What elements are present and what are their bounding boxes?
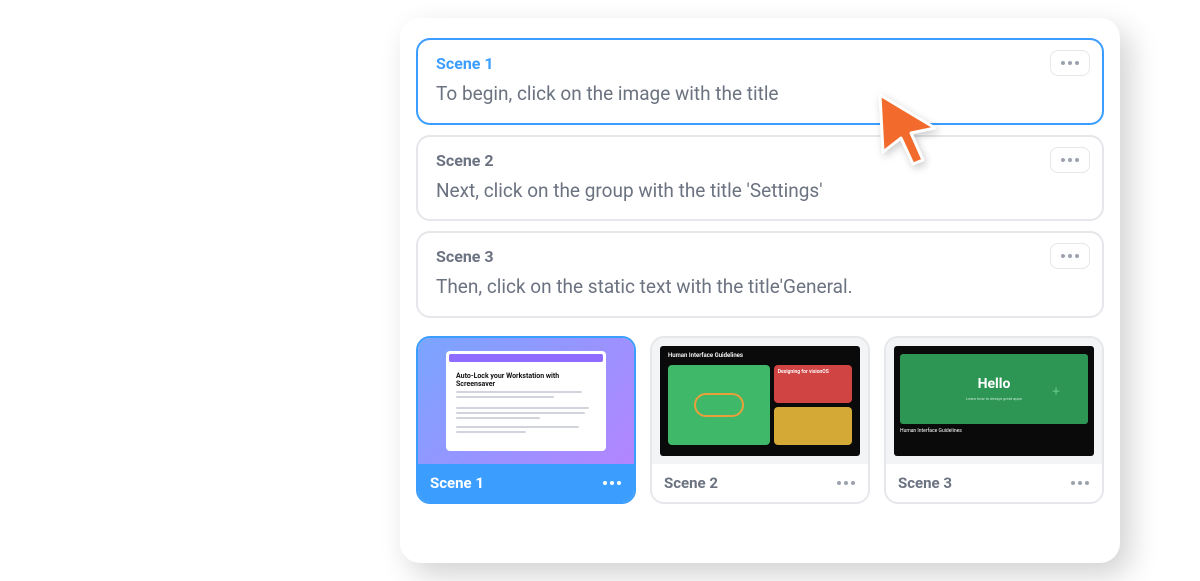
thumbnail-label: Scene 3 <box>898 474 952 492</box>
ellipsis-dot-icon <box>837 481 841 485</box>
thumbnail-footer: Scene 3 <box>886 464 1102 502</box>
ellipsis-dot-icon <box>1075 158 1079 162</box>
scene-title: Scene 2 <box>436 151 1084 170</box>
thumbnail-scene-2[interactable]: Human Interface Guidelines Designing for… <box>650 336 870 504</box>
scene-title: Scene 1 <box>436 54 1084 73</box>
scene-card-1[interactable]: Scene 1 To begin, click on the image wit… <box>416 38 1104 125</box>
thumbnail-label: Scene 1 <box>430 474 484 492</box>
scene-title: Scene 3 <box>436 247 1084 266</box>
ellipsis-dot-icon <box>1075 61 1079 65</box>
ellipsis-dot-icon <box>1068 254 1072 258</box>
thumbnail-more-button[interactable] <box>1069 481 1090 485</box>
thumbnail-preview: Human Interface Guidelines Designing for… <box>652 338 868 464</box>
thumbnail-scene-3[interactable]: Hello Learn how to design great apps + H… <box>884 336 1104 504</box>
thumbnails-row: Auto-Lock your Workstation with Screensa… <box>416 336 1104 504</box>
scene-more-button[interactable] <box>1050 243 1090 269</box>
preview-footer-text: Human Interface Guidelines <box>900 428 1088 434</box>
preview-hello-text: Hello <box>978 376 1011 392</box>
ellipsis-dot-icon <box>617 481 621 485</box>
thumbnail-footer: Scene 2 <box>652 464 868 502</box>
plus-icon: + <box>1052 384 1060 400</box>
ellipsis-dot-icon <box>1075 254 1079 258</box>
cursor-pointer-icon <box>875 90 945 170</box>
ellipsis-dot-icon <box>1061 61 1065 65</box>
ellipsis-dot-icon <box>1068 61 1072 65</box>
ellipsis-dot-icon <box>1085 481 1089 485</box>
scene-description: To begin, click on the image with the ti… <box>436 81 1084 107</box>
ellipsis-dot-icon <box>851 481 855 485</box>
scene-card-2[interactable]: Scene 2 Next, click on the group with th… <box>416 135 1104 222</box>
preview-block-text: Designing for visionOS <box>778 369 848 375</box>
scene-description: Then, click on the static text with the … <box>436 274 1084 300</box>
scene-more-button[interactable] <box>1050 147 1090 173</box>
thumbnail-label: Scene 2 <box>664 474 718 492</box>
ellipsis-dot-icon <box>1071 481 1075 485</box>
thumbnail-more-button[interactable] <box>835 481 856 485</box>
ellipsis-dot-icon <box>1061 158 1065 162</box>
thumbnail-preview: Hello Learn how to design great apps + H… <box>886 338 1102 464</box>
scene-card-3[interactable]: Scene 3 Then, click on the static text w… <box>416 231 1104 318</box>
thumbnail-preview: Auto-Lock your Workstation with Screensa… <box>418 338 634 464</box>
preview-doc-title: Auto-Lock your Workstation with Screensa… <box>456 373 596 388</box>
ellipsis-dot-icon <box>610 481 614 485</box>
thumbnail-scene-1[interactable]: Auto-Lock your Workstation with Screensa… <box>416 336 636 504</box>
ellipsis-dot-icon <box>1061 254 1065 258</box>
ellipsis-dot-icon <box>603 481 607 485</box>
scene-more-button[interactable] <box>1050 50 1090 76</box>
thumbnail-more-button[interactable] <box>601 481 622 485</box>
ellipsis-dot-icon <box>844 481 848 485</box>
preview-heading: Human Interface Guidelines <box>668 352 852 359</box>
scene-description: Next, click on the group with the title … <box>436 178 1084 204</box>
ellipsis-dot-icon <box>1068 158 1072 162</box>
scene-panel: Scene 1 To begin, click on the image wit… <box>400 18 1120 563</box>
thumbnail-footer: Scene 1 <box>418 464 634 502</box>
goggles-icon <box>694 393 744 417</box>
ellipsis-dot-icon <box>1078 481 1082 485</box>
